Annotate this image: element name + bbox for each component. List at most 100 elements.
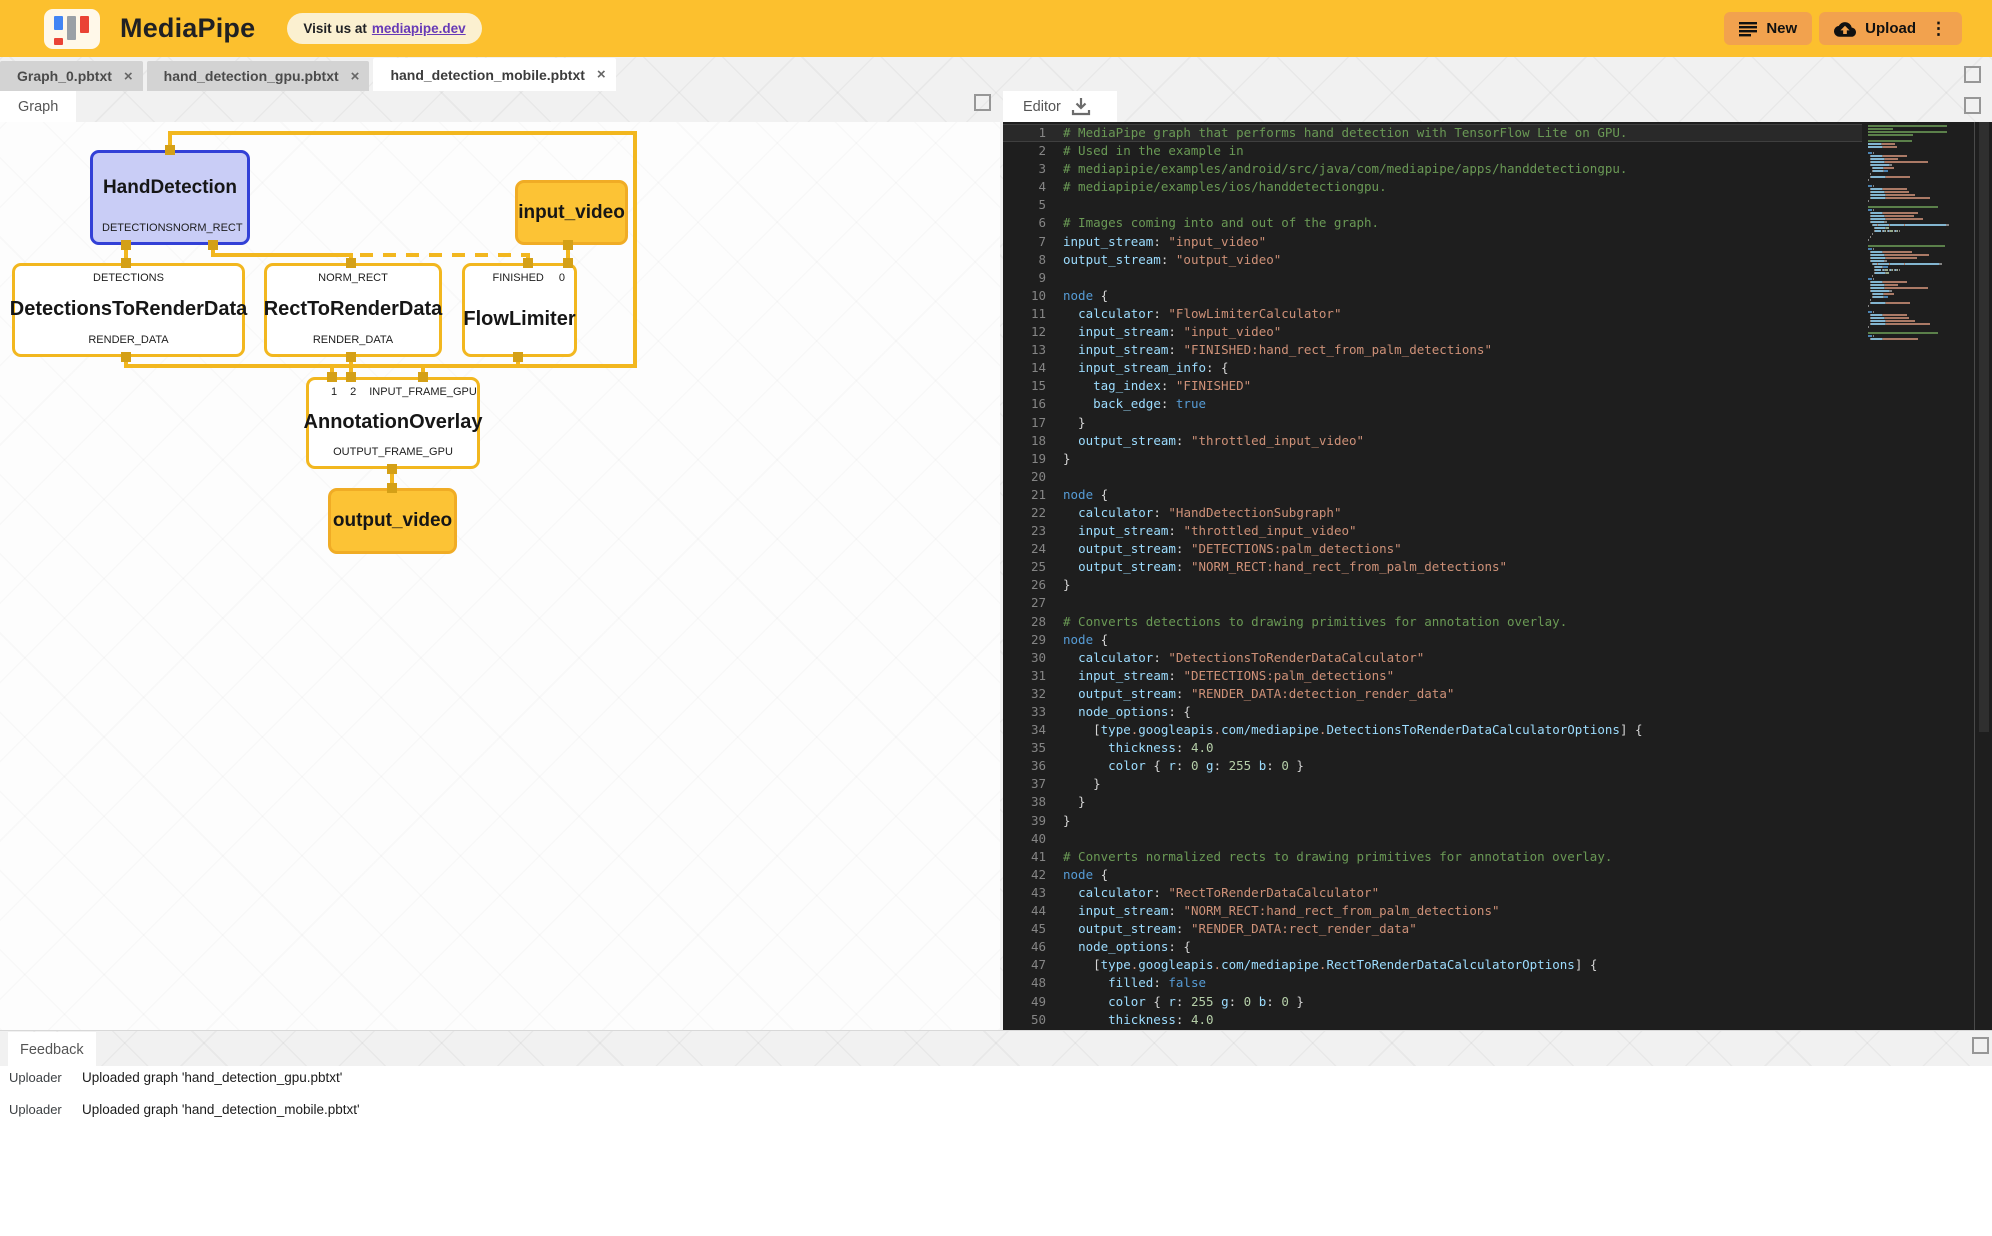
- mediapipe-dev-link[interactable]: mediapipe.dev: [372, 21, 466, 36]
- file-tab-Graph_0-pbtxt[interactable]: Graph_0.pbtxt×: [0, 61, 143, 91]
- graph-node-hand-detection[interactable]: HandDetectionDETECTIONSNORM_RECT: [90, 150, 250, 245]
- code-line-6: 6# Images coming into and out of the gra…: [1003, 214, 1862, 232]
- line-number: 20: [1003, 468, 1063, 486]
- minimap-line: [1868, 176, 1972, 178]
- code-token: }: [1063, 776, 1101, 791]
- code-token: }: [1063, 794, 1086, 809]
- graph-node-rect-to-render-data[interactable]: NORM_RECTRectToRenderDataRENDER_DATA: [264, 263, 442, 357]
- graph-node-detections-to-render-data[interactable]: DETECTIONSDetectionsToRenderDataRENDER_D…: [12, 263, 245, 357]
- visit-pill: Visit us at mediapipe.dev: [287, 13, 481, 44]
- code-line-21: 21node {: [1003, 486, 1862, 504]
- line-number: 42: [1003, 866, 1063, 884]
- code-line-19: 19}: [1003, 450, 1862, 468]
- code-token: {: [1093, 632, 1108, 647]
- code-token: [: [1063, 722, 1101, 737]
- feedback-row: UploaderUploaded graph 'hand_detection_g…: [0, 1066, 1992, 1098]
- download-icon[interactable]: [1071, 97, 1091, 116]
- code-token: [1063, 740, 1108, 755]
- code-line-23: 23 input_stream: "throttled_input_video": [1003, 522, 1862, 540]
- code-token: calculator: [1078, 885, 1153, 900]
- panel-header-row: Graph Editor: [0, 91, 1992, 122]
- port-marker: [346, 372, 356, 382]
- port-label: 2: [350, 386, 356, 398]
- line-number: 32: [1003, 685, 1063, 703]
- editor-tab-label: Editor: [1023, 99, 1061, 115]
- file-tab-hand_detection_gpu-pbtxt[interactable]: hand_detection_gpu.pbtxt×: [147, 61, 370, 91]
- editor-minimap[interactable]: [1862, 122, 1975, 1030]
- close-tab-icon[interactable]: ×: [597, 66, 606, 83]
- minimap-line: [1868, 221, 1972, 223]
- code-line-36: 36 color { r: 0 g: 255 b: 0 }: [1003, 757, 1862, 775]
- code-line-40: 40: [1003, 830, 1862, 848]
- code-token: node: [1063, 288, 1093, 303]
- more-options-icon[interactable]: ⋮: [1930, 20, 1947, 37]
- code-token: com/mediapipe: [1221, 957, 1319, 972]
- minimap-line: [1868, 281, 1972, 283]
- code-token: }: [1063, 813, 1071, 828]
- close-tab-icon[interactable]: ×: [351, 68, 360, 85]
- new-button[interactable]: New: [1724, 12, 1812, 45]
- line-number: 8: [1003, 251, 1063, 269]
- graph-node-input-video[interactable]: input_video: [515, 180, 628, 245]
- code-editor[interactable]: 1# MediaPipe graph that performs hand de…: [1003, 122, 1992, 1030]
- port-marker: [523, 258, 533, 268]
- node-title: input_video: [518, 183, 625, 242]
- code-token: 4.0: [1191, 1012, 1214, 1027]
- code-line-17: 17 }: [1003, 414, 1862, 432]
- code-token: "output_video": [1176, 252, 1281, 267]
- file-tab-hand_detection_mobile-pbtxt[interactable]: hand_detection_mobile.pbtxt ×: [373, 58, 615, 91]
- minimap-line: [1868, 155, 1972, 157]
- code-area[interactable]: 1# MediaPipe graph that performs hand de…: [1003, 122, 1862, 1030]
- feedback-tab-label: Feedback: [20, 1042, 84, 1058]
- line-number: 17: [1003, 414, 1063, 432]
- node-ports-bottom: DETECTIONSNORM_RECT: [93, 222, 247, 242]
- code-token: :: [1176, 541, 1191, 556]
- code-token: :: [1161, 378, 1176, 393]
- tab-graph-panel[interactable]: Graph: [0, 91, 76, 122]
- minimap-line: [1868, 257, 1972, 259]
- line-number: 4: [1003, 178, 1063, 196]
- code-token: :: [1153, 306, 1168, 321]
- minimap-line: [1868, 140, 1972, 142]
- code-line-41: 41# Converts normalized rects to drawing…: [1003, 848, 1862, 866]
- minimap-line: [1868, 302, 1972, 304]
- editor-scrollbar[interactable]: [1976, 122, 1992, 1030]
- code-token: [1063, 704, 1078, 719]
- code-line-44: 44 input_stream: "NORM_RECT:hand_rect_fr…: [1003, 902, 1862, 920]
- minimap-line: [1868, 338, 1972, 340]
- code-token: "DetectionsToRenderDataCalculator": [1168, 650, 1424, 665]
- minimap-line: [1868, 287, 1972, 289]
- graph-edge: [633, 131, 637, 368]
- file-tab-label: hand_detection_mobile.pbtxt: [390, 67, 584, 83]
- minimap-line: [1868, 209, 1972, 211]
- code-line-18: 18 output_stream: "throttled_input_video…: [1003, 432, 1862, 450]
- upload-button[interactable]: Upload ⋮: [1819, 12, 1962, 45]
- code-token: calculator: [1078, 505, 1153, 520]
- expand-feedback-panel-icon[interactable]: [1972, 1037, 1989, 1054]
- code-token: "RENDER_DATA:rect_render_data": [1191, 921, 1417, 936]
- code-token: "FlowLimiterCalculator": [1168, 306, 1341, 321]
- expand-editor-panel-icon[interactable]: [1964, 97, 1981, 114]
- close-tab-icon[interactable]: ×: [124, 68, 133, 85]
- graph-node-annotation-overlay[interactable]: 12INPUT_FRAME_GPUAnnotationOverlayOUTPUT…: [306, 377, 480, 469]
- code-token: [1063, 342, 1078, 357]
- code-token: thickness: [1108, 1012, 1176, 1027]
- expand-graph-panel-icon[interactable]: [974, 94, 991, 111]
- scrollbar-thumb[interactable]: [1979, 122, 1989, 732]
- code-token: color: [1108, 994, 1146, 1009]
- graph-edge: [124, 364, 637, 368]
- node-title: AnnotationOverlay: [309, 398, 477, 446]
- code-line-33: 33 node_options: {: [1003, 703, 1862, 721]
- minimap-line: [1868, 152, 1972, 154]
- minimap-line: [1868, 335, 1972, 337]
- expand-panel-icon[interactable]: [1964, 66, 1981, 83]
- graph-node-flow-limiter[interactable]: FINISHED0FlowLimiter: [462, 263, 577, 357]
- code-line-49: 49 color { r: 255 g: 0 b: 0 }: [1003, 993, 1862, 1011]
- tab-feedback[interactable]: Feedback: [8, 1032, 96, 1067]
- graph-tab-label: Graph: [18, 99, 58, 115]
- minimap-line: [1868, 179, 1972, 181]
- minimap-line: [1868, 269, 1972, 271]
- tab-editor-panel[interactable]: Editor: [1003, 91, 1117, 122]
- minimap-line: [1868, 215, 1972, 217]
- graph-node-output-video[interactable]: output_video: [328, 488, 457, 554]
